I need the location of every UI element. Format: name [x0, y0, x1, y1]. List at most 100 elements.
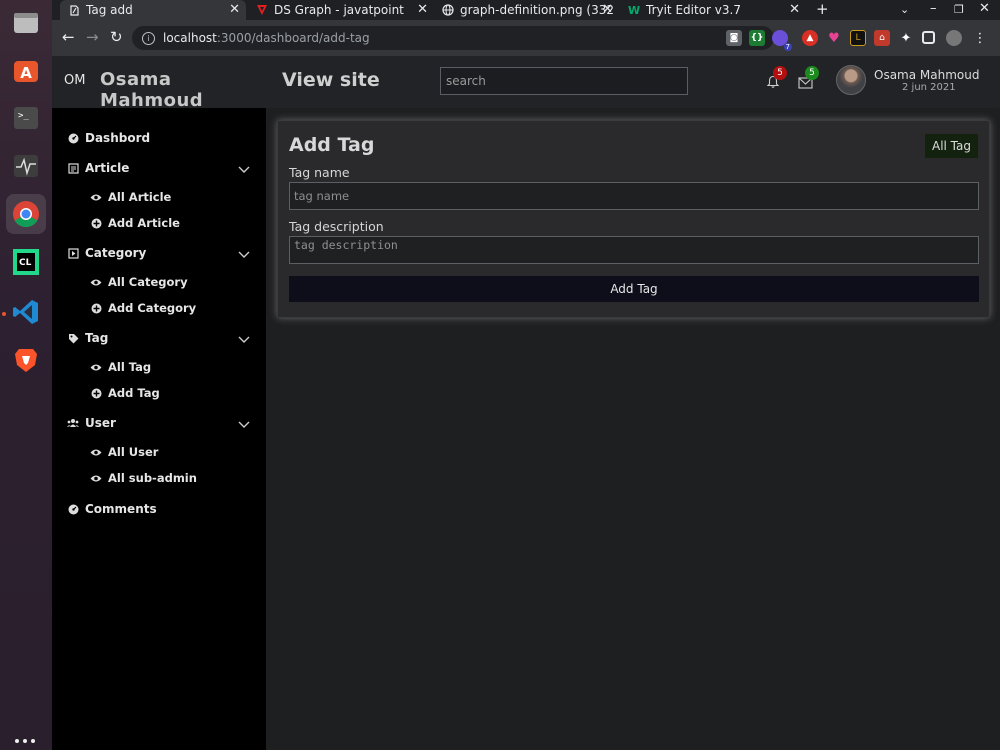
sidebar-item-dashboard[interactable]: Dashbord	[67, 131, 150, 145]
search-input[interactable]	[440, 67, 688, 95]
sidebar-item-label: Category	[85, 246, 147, 260]
sidebar-item-label: Add Category	[108, 301, 197, 315]
camera-extension-icon[interactable]: ◙	[726, 30, 742, 46]
red-extension-icon[interactable]: ▲	[802, 30, 818, 46]
eye-icon	[90, 191, 102, 203]
user-name: Osama Mahmoud	[874, 68, 980, 82]
tag-description-label: Tag description	[289, 219, 384, 234]
extensions-puzzle-icon[interactable]: ✦	[898, 30, 914, 46]
sidebar-item-add-category[interactable]: Add Category	[90, 301, 196, 315]
sidebar-item-article[interactable]: Article	[67, 161, 129, 175]
show-apps-icon[interactable]	[15, 739, 37, 749]
close-tab-icon[interactable]: ✕	[417, 2, 428, 17]
w3schools-icon: W	[627, 3, 641, 17]
close-tab-icon[interactable]: ✕	[602, 2, 613, 17]
address-bar[interactable]: i localhost:3000/dashboard/add-tag ⋖ ☆	[132, 26, 774, 50]
gauge-icon	[67, 503, 79, 515]
vscode-app-icon[interactable]	[6, 292, 46, 332]
newspaper-icon	[67, 162, 79, 174]
notifications-button[interactable]: 5	[766, 66, 788, 93]
profile-avatar-icon[interactable]	[946, 30, 962, 46]
tab-graph-definition[interactable]: graph-definition.png (332 ✕	[434, 0, 619, 20]
user-date: 2 jun 2021	[902, 82, 956, 93]
code-extension-icon[interactable]: {}	[749, 30, 765, 46]
chevron-down-icon[interactable]	[238, 248, 250, 260]
svg-text:A: A	[20, 64, 32, 82]
sidebar-item-label: All sub-admin	[108, 471, 197, 485]
tag-description-textarea[interactable]	[289, 236, 979, 264]
files-app-icon[interactable]	[6, 3, 46, 43]
lab-extension-icon[interactable]: ⌂	[874, 30, 890, 46]
brave-app-icon[interactable]	[6, 340, 46, 380]
os-dock: A >_ CL	[0, 0, 52, 750]
extension-with-badge-icon[interactable]: 7	[772, 30, 792, 51]
url-host: localhost	[163, 31, 217, 45]
globe-icon	[442, 4, 454, 16]
eye-icon	[90, 472, 102, 484]
tab-search-icon[interactable]: ⌄	[900, 3, 909, 16]
messages-button[interactable]: 5	[798, 66, 820, 93]
chevron-down-icon[interactable]	[238, 333, 250, 345]
heart-extension-icon[interactable]: ♥	[826, 30, 842, 46]
tab-title: Tag add	[86, 3, 133, 17]
reload-icon[interactable]: ↻	[110, 28, 123, 46]
main-content: Add Tag All Tag Tag name Tag description…	[266, 108, 1000, 750]
form-title: Add Tag	[289, 134, 375, 156]
sidebar-item-label: All Article	[108, 190, 172, 204]
chevron-down-icon[interactable]	[238, 163, 250, 175]
sidebar-item-tag[interactable]: Tag	[67, 331, 108, 345]
back-icon[interactable]: ←	[62, 28, 75, 46]
sidebar-item-category[interactable]: Category	[67, 246, 146, 260]
dashboard-page: OM Osama Mahmoud Dashbord Article All Ar…	[52, 56, 1000, 750]
l-extension-icon[interactable]: L	[850, 30, 866, 46]
forward-icon[interactable]: →	[86, 28, 99, 46]
close-tab-icon[interactable]: ✕	[229, 2, 240, 17]
terminal-icon[interactable]: >_	[6, 98, 46, 138]
clion-app-icon[interactable]: CL	[6, 242, 46, 282]
user-avatar[interactable]	[836, 65, 866, 95]
sidebar-item-all-user[interactable]: All User	[90, 445, 158, 459]
brand-initials: OM	[64, 73, 86, 88]
minimize-icon[interactable]: –	[930, 1, 937, 16]
svg-text:>_: >_	[18, 111, 29, 121]
chevron-down-icon[interactable]	[238, 418, 250, 430]
tab-title: graph-definition.png (332	[460, 3, 614, 17]
chrome-app-icon[interactable]	[6, 194, 46, 234]
view-site-link[interactable]: View site	[282, 69, 380, 91]
browser-menu-icon[interactable]: ⋮	[972, 30, 988, 46]
sidebar-item-all-category[interactable]: All Category	[90, 275, 188, 289]
maximize-icon[interactable]: ❐	[954, 3, 964, 16]
system-monitor-icon[interactable]	[6, 146, 46, 186]
tab-ds-graph[interactable]: DS Graph - javatpoint ✕	[248, 0, 434, 20]
browser-window: Tag add ✕ DS Graph - javatpoint ✕ graph-…	[52, 0, 1000, 750]
sidebar-item-all-tag[interactable]: All Tag	[90, 360, 151, 374]
extension-badge: 7	[783, 43, 792, 51]
software-center-icon[interactable]: A	[6, 50, 46, 90]
eye-icon	[90, 446, 102, 458]
sidebar-item-label: User	[85, 416, 116, 430]
tag-name-input[interactable]	[289, 182, 979, 210]
site-info-icon[interactable]: i	[142, 31, 155, 45]
sidebar-item-label: All User	[108, 445, 159, 459]
sidebar-item-label: Dashbord	[85, 131, 151, 145]
sidebar-item-all-subadmin[interactable]: All sub-admin	[90, 471, 197, 485]
caret-square-icon	[67, 247, 79, 259]
gauge-icon	[67, 132, 79, 144]
sidebar-item-label: Tag	[85, 331, 109, 345]
sidebar-item-user[interactable]: User	[67, 416, 116, 430]
new-tab-icon[interactable]: +	[816, 0, 829, 18]
sidebar-item-all-article[interactable]: All Article	[90, 190, 171, 204]
close-tab-icon[interactable]: ✕	[789, 2, 800, 17]
brand-name: Osama Mahmoud	[100, 69, 204, 111]
close-window-icon[interactable]: ✕	[979, 1, 990, 16]
tag-name-label: Tag name	[289, 165, 350, 180]
tab-tag-add[interactable]: Tag add ✕	[60, 0, 246, 20]
brand: OM Osama Mahmoud	[52, 56, 266, 111]
tab-tryit-editor[interactable]: W Tryit Editor v3.7 ✕	[620, 0, 806, 20]
sidebar-item-add-article[interactable]: Add Article	[90, 216, 180, 230]
side-panel-icon[interactable]	[922, 31, 935, 44]
all-tag-button[interactable]: All Tag	[924, 134, 978, 158]
add-tag-submit-button[interactable]: Add Tag	[289, 276, 979, 302]
sidebar-item-comments[interactable]: Comments	[67, 502, 157, 516]
sidebar-item-add-tag[interactable]: Add Tag	[90, 386, 160, 400]
